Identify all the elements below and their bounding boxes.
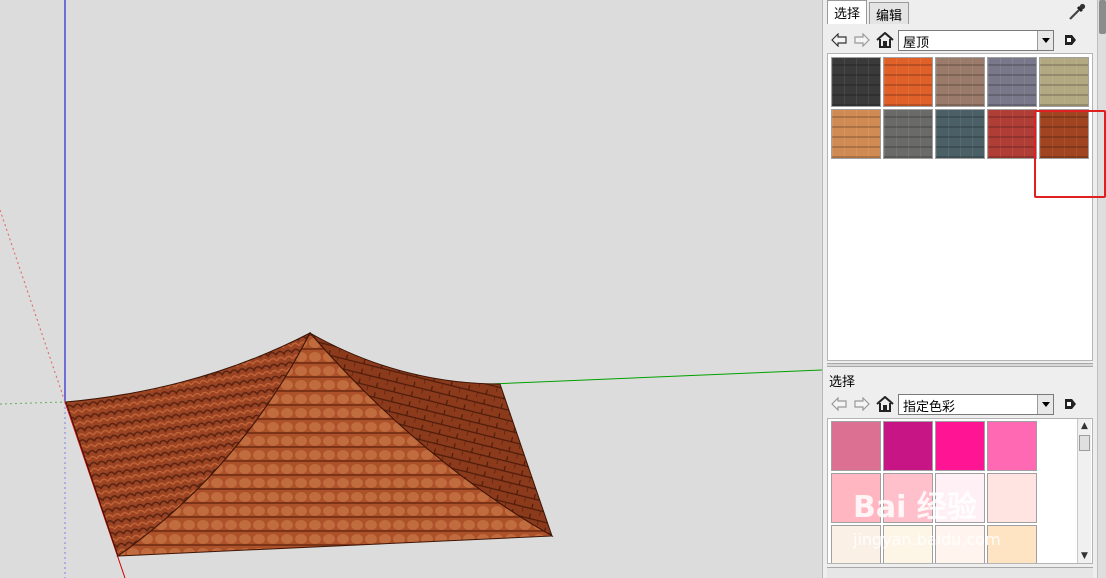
panel-tabs: 选择 编辑 <box>827 0 911 24</box>
collapsed-section-bar[interactable] <box>827 567 1093 578</box>
forward-arrow-icon[interactable] <box>852 394 872 414</box>
panel-edge-scrollbar[interactable] <box>1097 0 1106 578</box>
watermark-logo: Bai 经验 <box>853 490 977 525</box>
scroll-up-icon[interactable]: ▲ <box>1078 419 1091 433</box>
scroll-down-icon[interactable]: ▼ <box>1078 549 1091 563</box>
material-swatch-teal-gray-shingles[interactable] <box>935 109 985 159</box>
bottom-scrollbar[interactable]: ▲ ▼ <box>1077 419 1091 563</box>
material-swatch-gray-blue-shingles[interactable] <box>987 57 1037 107</box>
panel-edge-grip[interactable] <box>1099 0 1106 34</box>
bottom-nav-row: 指定色彩 <box>829 392 1080 416</box>
material-swatch-dark-slate-shingles[interactable] <box>831 57 881 107</box>
material-swatch-tan-shingles[interactable] <box>935 57 985 107</box>
materials-panel: 选择 编辑 屋顶 选择 指定色彩 ▲ ▼ Bai 经验 jingyan.baid… <box>822 0 1106 578</box>
chevron-down-icon <box>1037 394 1053 414</box>
tab-edit[interactable]: 编辑 <box>869 2 910 24</box>
details-arrow-icon[interactable] <box>1060 30 1080 50</box>
material-swatch-orange-tile[interactable] <box>883 57 933 107</box>
material-swatch-red-metal[interactable] <box>987 109 1037 159</box>
details-arrow-icon[interactable] <box>1060 394 1080 414</box>
bottom-collection-select[interactable]: 指定色彩 <box>898 393 1054 415</box>
watermark-url: jingyan.baidu.com <box>853 530 1001 549</box>
home-icon[interactable] <box>875 30 895 50</box>
scroll-thumb[interactable] <box>1079 435 1090 451</box>
top-nav-row: 屋顶 <box>829 28 1080 52</box>
top-swatch-area <box>827 53 1093 361</box>
color-swatch-pale-violet-red[interactable] <box>831 421 881 471</box>
chevron-down-icon <box>1037 30 1053 50</box>
color-swatch-deep-pink[interactable] <box>935 421 985 471</box>
selection-highlight <box>1034 110 1106 198</box>
green-axis-dotted <box>0 401 66 405</box>
material-swatch-gray-shingles[interactable] <box>883 109 933 159</box>
material-swatch-scalloped-tan-tile[interactable] <box>831 109 881 159</box>
back-arrow-icon[interactable] <box>829 30 849 50</box>
tab-select[interactable]: 选择 <box>827 0 868 24</box>
color-swatch-misty-rose[interactable] <box>987 473 1037 523</box>
color-swatch-medium-violet-red[interactable] <box>883 421 933 471</box>
color-swatch-hot-pink[interactable] <box>987 421 1037 471</box>
material-swatch-khaki-shingles[interactable] <box>1039 57 1089 107</box>
home-icon[interactable] <box>875 394 895 414</box>
forward-arrow-icon[interactable] <box>852 30 872 50</box>
section-title-select: 选择 <box>829 375 856 390</box>
top-collection-select[interactable]: 屋顶 <box>898 29 1054 51</box>
bottom-collection-value: 指定色彩 <box>903 399 956 415</box>
back-arrow-icon[interactable] <box>829 394 849 414</box>
panel-splitter[interactable] <box>827 363 1093 367</box>
eyedropper-icon[interactable] <box>1067 2 1087 22</box>
red-axis-dotted <box>0 209 66 403</box>
top-collection-value: 屋顶 <box>903 35 930 51</box>
model-viewport[interactable] <box>0 0 822 578</box>
scene-canvas <box>0 0 822 578</box>
